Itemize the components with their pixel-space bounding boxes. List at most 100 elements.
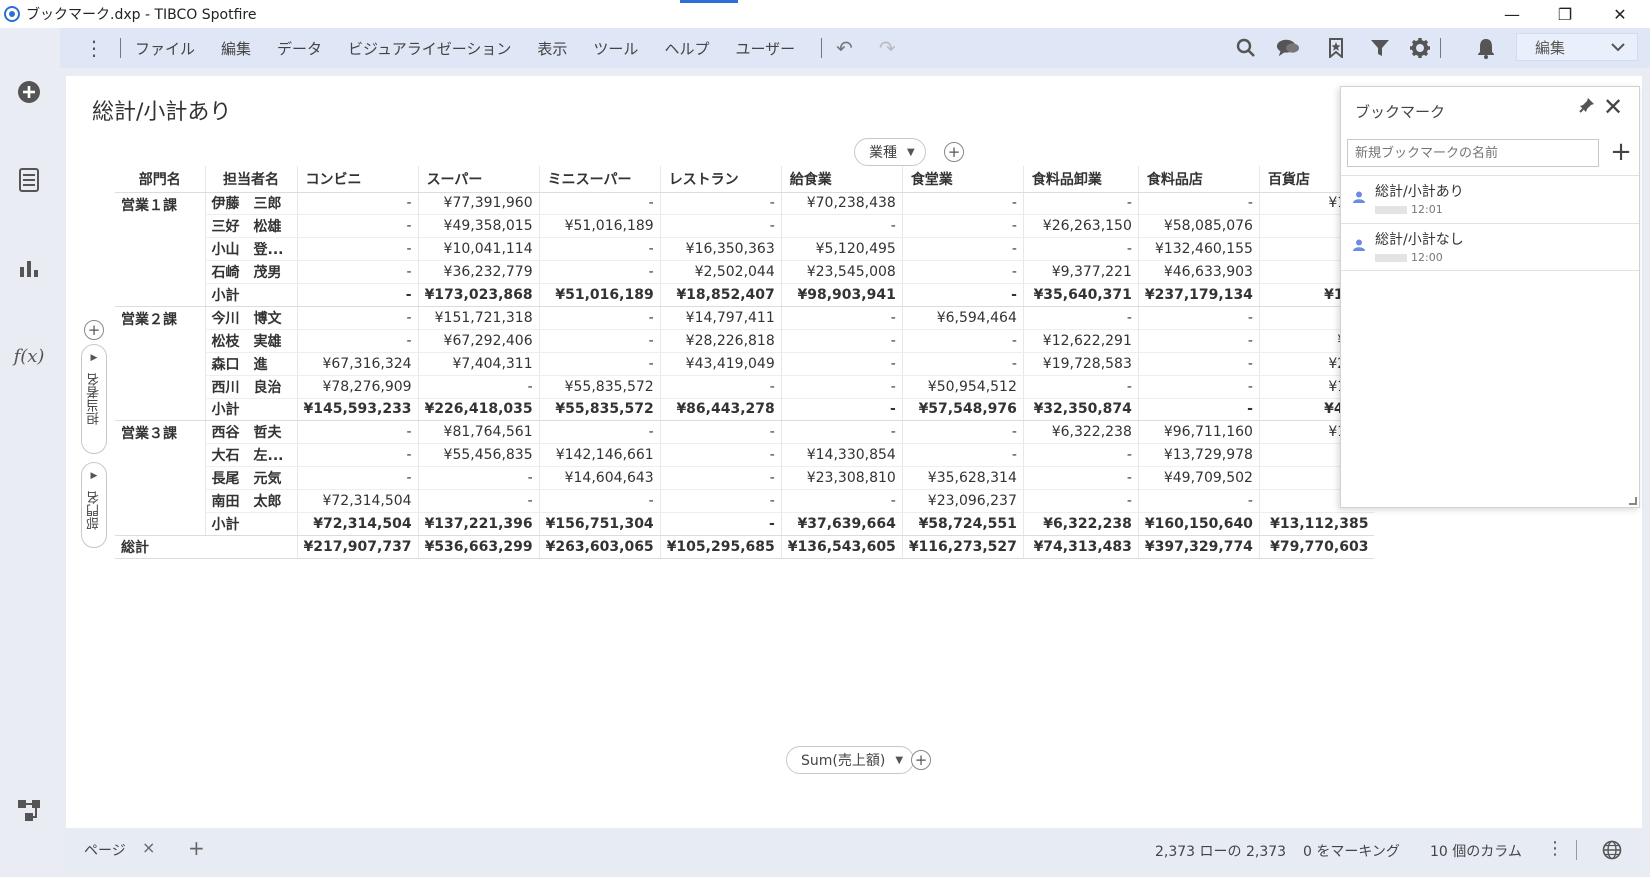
value-cell[interactable]: - [1137,329,1260,353]
person-cell[interactable]: 石崎 茂男 [204,260,297,285]
value-cell[interactable]: - [901,260,1024,285]
value-cell[interactable]: - [659,489,782,513]
value-cell[interactable]: - [1022,306,1139,330]
value-cell[interactable]: ¥55,835,572 [538,375,661,399]
value-cell[interactable]: - [901,443,1024,468]
value-cell[interactable]: - [901,420,1024,445]
value-cell[interactable]: - [780,306,903,330]
value-cell[interactable]: ¥49,709,502 [1137,466,1260,491]
pin-icon[interactable] [1579,97,1595,117]
value-cell[interactable]: - [296,260,419,285]
data-table-icon[interactable] [17,168,41,192]
subtotal-cell[interactable]: ¥72,314,504 [296,512,419,536]
table-row[interactable]: 南田 太郎 ¥72,314,504- - - - ¥23,096,237- - [115,489,1375,513]
value-cell[interactable]: ¥67,316,324 [296,352,419,376]
menu-edit[interactable]: 編集 [221,38,251,59]
table-row[interactable]: 営業１課伊藤 三郎-¥77,391,960--¥70,238,438---¥19… [115,192,1375,307]
table-row[interactable]: 三好 松雄 - ¥49,358,015 ¥51,016,189- - - ¥26,263,1… [115,214,1375,239]
subtotal-cell[interactable]: ¥98,903,941 [780,283,903,307]
person-cell[interactable]: 西谷 哲夫 [204,420,297,445]
close-window-button[interactable]: ✕ [1592,0,1648,28]
subtotal-cell[interactable]: ¥57,548,976 [901,398,1024,422]
person-cell[interactable]: 森口 進 [204,352,297,376]
header-restaurant[interactable]: レストラン [659,166,782,193]
value-cell[interactable]: - [659,375,782,399]
value-cell[interactable]: - [1137,306,1260,330]
grand-total-cell[interactable]: ¥105,295,685 [659,535,782,559]
value-cell[interactable]: - [901,192,1024,216]
value-cell[interactable]: ¥19,728,583 [1022,352,1139,376]
header-supermarket[interactable]: スーパー [417,166,540,193]
value-cell[interactable]: ¥96,711,160 [1137,420,1260,445]
value-cell[interactable]: ¥14,797,411 [659,306,782,330]
search-icon[interactable] [1234,36,1258,60]
value-cell[interactable]: ¥5,120,495 [780,237,903,262]
expression-icon[interactable]: f(x) [14,344,45,368]
value-cell[interactable]: ¥36,232,779 [417,260,540,285]
bookmark-item[interactable]: 総計/小計なし 12:00 [1341,223,1639,271]
subtotal-cell[interactable]: ¥58,724,551 [901,512,1024,536]
value-cell[interactable]: - [780,420,903,445]
header-grocery[interactable]: 食料品店 [1137,166,1260,193]
grand-total-row[interactable]: 総計 ¥217,907,737 ¥536,663,299 ¥263,603,065 ¥1… [115,535,1375,559]
value-cell[interactable]: ¥28,226,818 [659,329,782,353]
value-cell[interactable]: - [296,443,419,468]
value-cell[interactable]: - [659,420,782,445]
value-cell[interactable]: ¥142,146,661 [538,443,661,468]
value-cell[interactable]: - [1137,352,1260,376]
value-cell[interactable]: - [296,306,419,330]
dept-cell[interactable]: 営業１課 [115,192,205,307]
header-mini-super[interactable]: ミニスーパー [538,166,661,193]
dept-cell[interactable]: 営業３課 [115,420,205,536]
value-cell[interactable]: ¥14,604,643 [538,466,661,491]
close-page-icon[interactable]: × [142,838,155,857]
value-cell[interactable]: - [659,466,782,491]
subtotal-cell[interactable]: ¥35,640,371 [1022,283,1139,307]
value-cell[interactable]: - [901,352,1024,376]
value-cell[interactable]: ¥7,404,311 [417,352,540,376]
subtotal-cell[interactable]: ¥51,016,189 [538,283,661,307]
menu-tools[interactable]: ツール [593,38,638,59]
restore-button[interactable]: ❐ [1537,0,1593,28]
value-cell[interactable]: ¥46,633,903 [1137,260,1260,285]
value-cell[interactable]: - [780,329,903,353]
subtotal-row[interactable]: 小計 - ¥173,023,868 ¥51,016,189 ¥18,852,407 ¥98… [115,283,1375,307]
subtotal-cell[interactable]: ¥55,835,572 [538,398,661,422]
add-page-icon[interactable]: + [188,836,205,860]
value-cell[interactable]: - [417,466,540,491]
menu-visualization[interactable]: ビジュアライゼーション [348,38,511,59]
person-cell[interactable]: 大石 左... [204,443,297,468]
value-cell[interactable]: ¥10,041,114 [417,237,540,262]
table-row[interactable]: 大石 左... - ¥55,456,835 ¥142,146,661- ¥14,330,… [115,443,1375,468]
undo-icon[interactable]: ↶ [836,36,853,60]
header-diner[interactable]: 食堂業 [901,166,1024,193]
mode-select[interactable]: 編集 [1516,33,1638,61]
value-cell[interactable]: - [538,237,661,262]
header-person[interactable]: 担当者名 [204,166,297,193]
subtotal-cell[interactable]: ¥86,443,278 [659,398,782,422]
value-cell[interactable]: ¥151,721,318 [417,306,540,330]
value-cell[interactable]: - [901,214,1024,239]
value-cell[interactable]: - [417,489,540,513]
redo-icon[interactable]: ↷ [879,36,896,60]
subtotal-cell[interactable]: ¥226,418,035 [417,398,540,422]
value-cell[interactable]: ¥12,622,291 [1022,329,1139,353]
value-cell[interactable]: - [538,260,661,285]
value-cell[interactable]: - [417,375,540,399]
value-cell[interactable]: - [296,214,419,239]
menu-user[interactable]: ユーザー [735,38,795,59]
status-kebab-icon[interactable]: ⋮ [1546,838,1564,859]
value-cell[interactable]: - [538,352,661,376]
value-cell[interactable]: ¥6,594,464 [901,306,1024,330]
table-row[interactable]: 西川 良治 ¥78,276,909- ¥55,835,572- - ¥50,954,51… [115,375,1375,399]
value-cell[interactable]: - [780,375,903,399]
menu-file[interactable]: ファイル [135,38,195,59]
value-cell[interactable]: ¥14,330,854 [780,443,903,468]
person-cell[interactable]: 南田 太郎 [204,489,297,513]
menu-kebab-icon[interactable]: ⋮ [82,36,106,60]
grand-total-cell[interactable]: ¥116,273,527 [901,535,1024,559]
add-value-axis-button[interactable]: + [911,750,931,770]
menu-data[interactable]: データ [277,38,322,59]
header-convenience[interactable]: コンビニ [296,166,419,193]
subtotal-cell[interactable]: - [659,512,782,536]
